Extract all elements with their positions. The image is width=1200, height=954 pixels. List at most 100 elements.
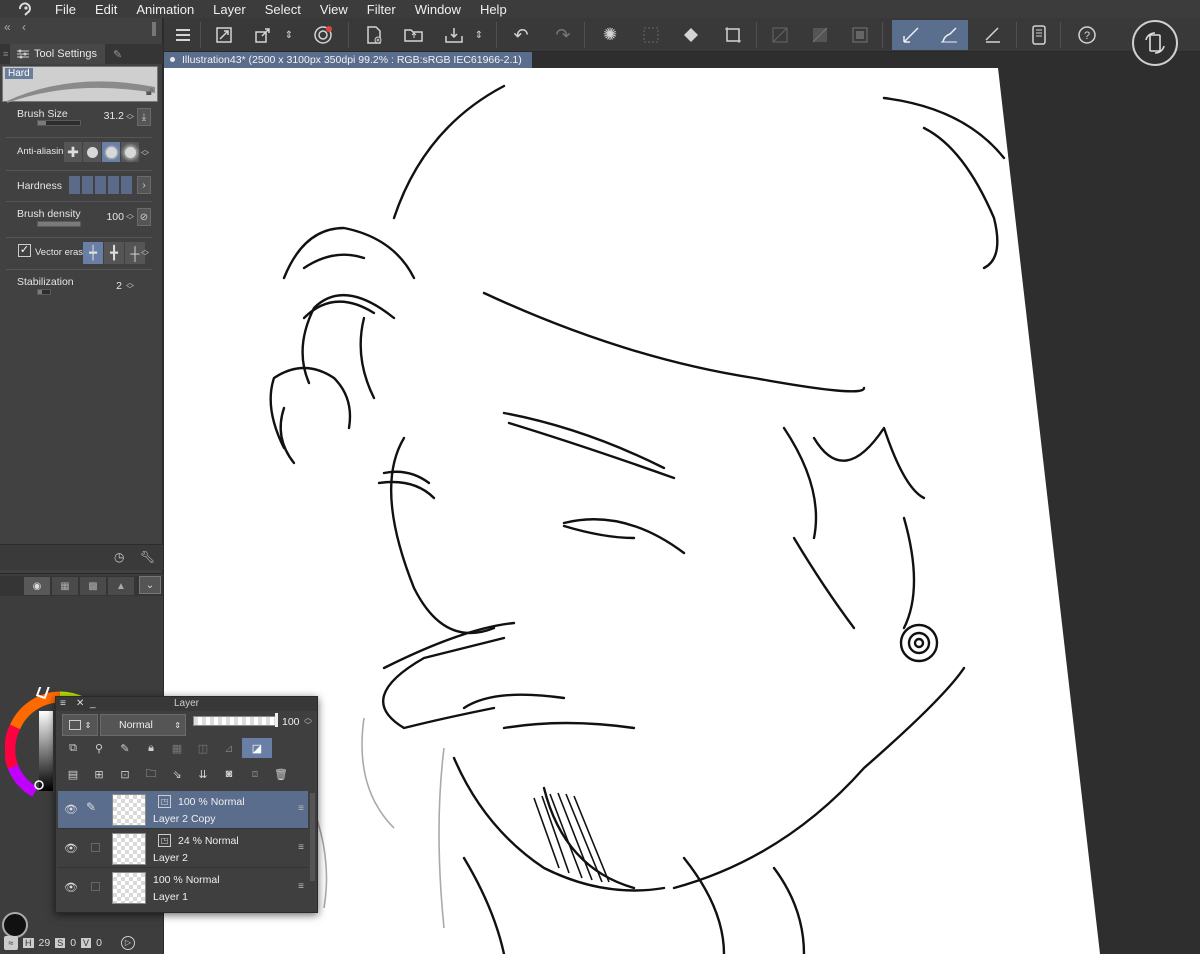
layer-name[interactable]: Layer 1 — [153, 891, 188, 903]
anti-aliasing-stepper[interactable]: ︿ ﹀ — [141, 146, 149, 161]
layer-panel-menu-icon[interactable]: ▤ — [60, 764, 86, 784]
tab-color-slider[interactable]: ▦ — [52, 577, 78, 595]
tab-tool-settings[interactable]: Tool Settings — [10, 44, 105, 64]
save-icon[interactable] — [441, 22, 467, 48]
brush-snap-icon[interactable] — [930, 20, 968, 50]
brush-density-value[interactable]: 100 — [94, 211, 124, 223]
crop-icon[interactable] — [720, 22, 746, 48]
layer-square-icon[interactable] — [847, 22, 873, 48]
document-tab[interactable]: Illustration43* (2500 x 3100px 350dpi 99… — [164, 52, 532, 68]
layer-color-toggle[interactable]: ⇕ — [62, 714, 98, 736]
tab-color-wheel[interactable]: ◉ — [24, 577, 50, 595]
drag-handle-icon[interactable]: ≡ — [298, 842, 304, 853]
brush-shape-icon[interactable]: ≈ — [4, 935, 18, 950]
new-folder-icon[interactable]: 🗀︎ — [138, 764, 164, 784]
clip-studio-logo-icon[interactable] — [0, 0, 52, 18]
lock-icon[interactable]: 🔓︎ — [146, 86, 153, 99]
tab-color-set[interactable]: ▩ — [80, 577, 106, 595]
history-icon[interactable]: ◷ — [114, 550, 124, 564]
layer-row[interactable]: 👁︎ 100 % Normal Layer 1 ≡ — [58, 869, 308, 907]
undo-icon[interactable]: ↶ — [508, 22, 534, 48]
layer-select-checkbox[interactable] — [91, 843, 100, 852]
layer-list-scrollbar[interactable] — [310, 793, 315, 881]
layer-color-icon[interactable]: ◪ — [242, 738, 272, 758]
clip-layer-icon[interactable]: ⧉ — [60, 738, 86, 758]
drag-handle-icon[interactable]: ≡ — [298, 881, 304, 892]
wrench-icon[interactable]: 🔧︎ — [140, 550, 155, 564]
brush-size-value[interactable]: 31.2 — [94, 110, 124, 122]
menu-select[interactable]: Select — [262, 2, 310, 17]
close-icon[interactable]: ✕ — [76, 697, 84, 711]
clear-icon[interactable] — [807, 22, 833, 48]
menu-file[interactable]: File — [52, 2, 85, 17]
draft-layer-icon[interactable]: ✎ — [112, 738, 138, 758]
opacity-slider-handle[interactable] — [275, 713, 278, 727]
layer-row[interactable]: 👁︎ ✎ ◳ 100 % Normal Layer 2 Copy ≡ — [58, 791, 308, 829]
spin-arrows-icon[interactable]: ⇕ — [282, 22, 296, 48]
help-icon[interactable]: ? — [1074, 22, 1100, 48]
panel-scroll-handle[interactable] — [152, 22, 156, 36]
brush-size-stepper[interactable]: ︿ ﹀ — [126, 110, 134, 125]
menu-window[interactable]: Window — [412, 2, 470, 17]
menu-filter[interactable]: Filter — [364, 2, 405, 17]
lock-layer-icon[interactable]: 🔒︎ — [138, 738, 164, 758]
tablet-icon[interactable] — [1026, 22, 1052, 48]
chevron-down-icon[interactable]: ⌄ — [139, 576, 161, 594]
sync-icon[interactable] — [1132, 20, 1178, 66]
layer-name[interactable]: Layer 2 — [153, 852, 188, 864]
new-vector-layer-icon[interactable]: ⊡ — [112, 764, 138, 784]
brush-density-slider[interactable] — [37, 221, 81, 227]
blend-mode-select[interactable]: Normal ⇕ — [100, 714, 186, 736]
menu-layer[interactable]: Layer — [210, 2, 255, 17]
fit-canvas-icon[interactable] — [211, 22, 237, 48]
stabilization-slider[interactable] — [37, 289, 51, 295]
layer-name[interactable]: Layer 2 Copy — [153, 813, 215, 825]
opacity-slider[interactable] — [193, 716, 277, 726]
layer-row[interactable]: 👁︎ ◳ 24 % Normal Layer 2 ≡ — [58, 830, 308, 868]
brush-size-slider[interactable] — [37, 120, 81, 126]
new-file-icon[interactable] — [361, 22, 387, 48]
hardness-expand-icon[interactable]: › — [137, 176, 151, 194]
layer-palette-titlebar[interactable]: ≡ ✕ _ Layer — [56, 697, 317, 711]
density-pressure-icon[interactable]: ⊘ — [137, 208, 151, 226]
erase-touched-option[interactable]: ┿ — [83, 242, 103, 264]
apply-mask-icon[interactable]: ⧈ — [242, 764, 268, 784]
redo-icon[interactable]: ↷ — [550, 22, 576, 48]
fill-icon[interactable] — [678, 22, 704, 48]
menu-edit[interactable]: Edit — [92, 2, 126, 17]
open-file-icon[interactable] — [401, 22, 427, 48]
ruler-range-icon[interactable]: ⊿ — [216, 738, 242, 758]
visibility-eye-icon[interactable]: 👁︎ — [64, 842, 78, 855]
brush-density-stepper[interactable]: ︿ ﹀ — [126, 210, 134, 225]
drag-grip-icon[interactable]: ≡ — [0, 49, 10, 59]
sub-tool-detail-icon[interactable]: ✎ — [113, 48, 122, 61]
canvas-drawing[interactable] — [164, 68, 1200, 954]
stabilization-value[interactable]: 2 — [104, 280, 122, 292]
pressure-icon[interactable]: ⤓ — [137, 108, 151, 126]
aa-strong-option[interactable] — [121, 142, 139, 162]
mask-enable-icon[interactable]: ◫ — [190, 738, 216, 758]
aa-weak-option[interactable] — [83, 142, 101, 162]
spiral-icon[interactable] — [310, 22, 336, 48]
erase-to-intersection-option[interactable]: ╋ — [104, 242, 124, 264]
new-raster-layer-icon[interactable]: ⊞ — [86, 764, 112, 784]
vector-eraser-stepper[interactable]: ︿ ﹀ — [141, 246, 149, 261]
menu-animation[interactable]: Animation — [133, 2, 203, 17]
ruler-icon[interactable] — [980, 22, 1006, 48]
brush-preview[interactable]: Hard 🔓︎ — [2, 66, 158, 103]
deselect-icon[interactable] — [638, 22, 664, 48]
loading-icon[interactable]: ✺ — [597, 22, 623, 48]
layer-select-checkbox[interactable] — [91, 882, 100, 891]
create-mask-icon[interactable]: ◙ — [216, 764, 242, 784]
reference-layer-icon[interactable]: ⚲ — [86, 738, 112, 758]
snap-ruler-icon[interactable] — [892, 20, 930, 50]
tab-color-history[interactable]: ▲ — [108, 577, 134, 595]
hamburger-menu-icon[interactable] — [170, 22, 196, 48]
stabilization-stepper[interactable]: ︿ ﹀ — [126, 279, 134, 294]
aa-none-option[interactable]: ✚ — [64, 142, 82, 162]
menu-view[interactable]: View — [317, 2, 357, 17]
play-icon[interactable]: ▷ — [120, 935, 135, 950]
collapse-panel-icon[interactable]: « ‹ — [4, 20, 30, 34]
aa-medium-option[interactable] — [102, 142, 120, 162]
spin-arrows-icon[interactable]: ⇕ — [472, 22, 486, 48]
